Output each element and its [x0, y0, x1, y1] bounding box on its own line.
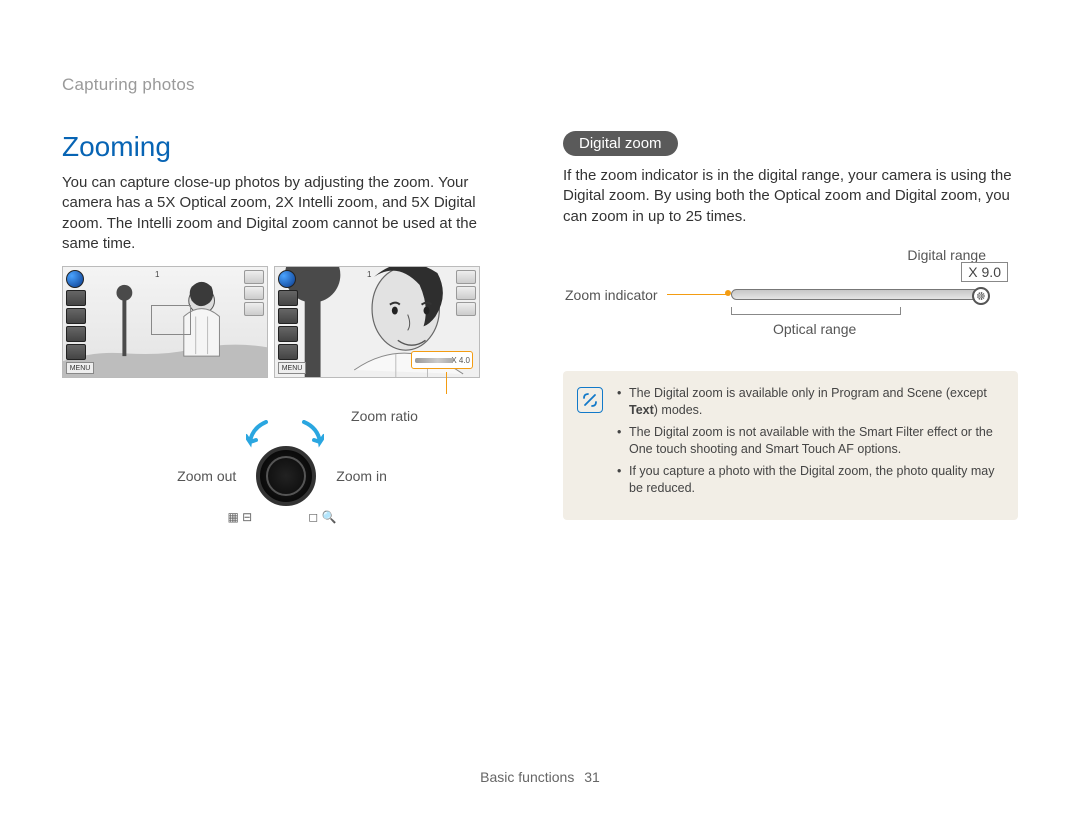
- af-icon: [66, 308, 86, 324]
- page-footer: Basic functions 31: [0, 769, 1080, 785]
- ev-icon: [66, 344, 86, 360]
- zoom-in-label: Zoom in: [336, 468, 387, 484]
- zoom-indicator-label: Zoom indicator: [565, 287, 658, 303]
- digital-zoom-pill: Digital zoom: [563, 131, 678, 156]
- note-text: The Digital zoom is not available with t…: [629, 425, 993, 457]
- zoom-knob-icon: [972, 287, 990, 305]
- camera-screen-zoomed: 1 MENU X 4.0: [274, 266, 480, 378]
- right-column: Digital zoom If the zoom indicator is in…: [563, 131, 1018, 524]
- camera-screen-wide: 1 MENU: [62, 266, 268, 378]
- arrow-right-icon: [300, 420, 324, 448]
- zoom-in-glyph-icon: ◻ 🔍: [308, 510, 336, 524]
- mode-icon: [66, 270, 84, 288]
- section-heading: Zooming: [62, 131, 517, 163]
- memory-icon: [244, 286, 264, 300]
- footer-page-number: 31: [584, 769, 600, 785]
- leader-line: [667, 294, 727, 296]
- lens-ring-icon: [256, 446, 316, 506]
- intro-paragraph: You can capture close-up photos by adjus…: [62, 173, 517, 254]
- flash-icon: [278, 290, 298, 306]
- optical-range-label: Optical range: [773, 321, 856, 337]
- note-item: The Digital zoom is available only in Pr…: [617, 385, 1000, 420]
- shot-count: 1: [367, 270, 371, 279]
- left-column: Zooming You can capture close-up photos …: [62, 131, 517, 524]
- timer-icon: [278, 326, 298, 342]
- note-bold: Text: [629, 403, 654, 417]
- leader-line: [446, 372, 447, 394]
- arrow-left-icon: [246, 420, 270, 448]
- option-icon: [244, 302, 264, 316]
- note-item: The Digital zoom is not available with t…: [617, 424, 1000, 459]
- note-text: ) modes.: [654, 403, 703, 417]
- zoom-value-box: X 9.0: [961, 262, 1008, 282]
- zoom-ratio-box: X 4.0: [411, 351, 473, 369]
- menu-button: MENU: [278, 362, 306, 374]
- breadcrumb: Capturing photos: [62, 75, 1018, 95]
- zoom-ratio-value: X 4.0: [451, 356, 470, 365]
- note-text: The Digital zoom is available only in Pr…: [629, 386, 987, 400]
- note-box: The Digital zoom is available only in Pr…: [563, 371, 1018, 520]
- optical-bracket: [731, 307, 901, 315]
- battery-icon: [456, 270, 476, 284]
- ev-icon: [278, 344, 298, 360]
- shot-count: 1: [155, 270, 159, 279]
- flash-icon: [66, 290, 86, 306]
- note-icon: [577, 387, 603, 413]
- lens-diagram: Zoom out Zoom in: [122, 446, 442, 506]
- note-text: If you capture a photo with the Digital …: [629, 464, 995, 496]
- mode-icon: [278, 270, 296, 288]
- zoom-bar: X 9.0: [731, 289, 979, 300]
- menu-button: MENU: [66, 362, 94, 374]
- battery-icon: [244, 270, 264, 284]
- note-item: If you capture a photo with the Digital …: [617, 463, 1000, 498]
- footer-section: Basic functions: [480, 769, 574, 785]
- timer-icon: [66, 326, 86, 342]
- option-icon: [456, 302, 476, 316]
- zoom-indicator-diagram: Digital range Zoom indicator X 9.0 Optic…: [623, 247, 1012, 347]
- memory-icon: [456, 286, 476, 300]
- note-list: The Digital zoom is available only in Pr…: [617, 385, 1000, 502]
- zoom-out-glyph-icon: ▦ ⊟: [228, 510, 253, 524]
- camera-screenshots: 1 MENU: [62, 266, 517, 378]
- digital-zoom-paragraph: If the zoom indicator is in the digital …: [563, 166, 1018, 227]
- af-icon: [278, 308, 298, 324]
- zoom-ratio-label: Zoom ratio: [252, 408, 517, 424]
- zoom-out-label: Zoom out: [177, 468, 236, 484]
- digital-range-label: Digital range: [907, 247, 986, 263]
- focus-box: [151, 305, 191, 335]
